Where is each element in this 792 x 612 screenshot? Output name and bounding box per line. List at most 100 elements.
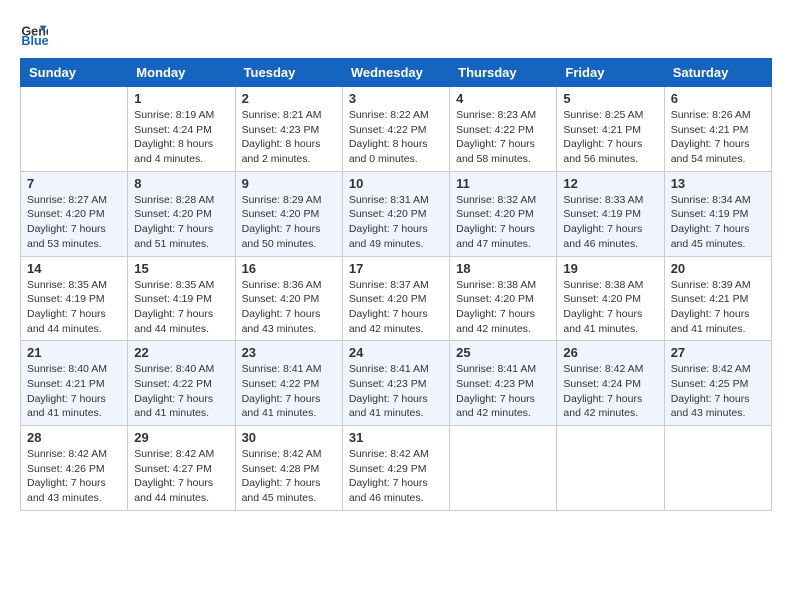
day-info: Sunrise: 8:22 AM Sunset: 4:22 PM Dayligh…: [349, 108, 443, 167]
day-cell: [557, 426, 664, 511]
day-info: Sunrise: 8:41 AM Sunset: 4:23 PM Dayligh…: [349, 362, 443, 421]
day-number: 20: [671, 261, 765, 276]
day-cell: 18 Sunrise: 8:38 AM Sunset: 4:20 PM Dayli…: [450, 256, 557, 341]
week-row-0: 1Sunrise: 8:19 AM Sunset: 4:24 PM Daylig…: [21, 87, 772, 172]
day-cell: 24Sunrise: 8:41 AM Sunset: 4:23 PM Dayli…: [342, 341, 449, 426]
day-info: Sunrise: 8:33 AM Sunset: 4:19 PM Dayligh…: [563, 193, 657, 252]
day-cell: 26 Sunrise: 8:42 AM Sunset: 4:24 PM Dayli…: [557, 341, 664, 426]
day-info: Sunrise: 8:32 AM Sunset: 4:20 PM Dayligh…: [456, 193, 550, 252]
day-info: Sunrise: 8:29 AM Sunset: 4:20 PM Dayligh…: [242, 193, 336, 252]
day-number: 21: [27, 345, 121, 360]
day-info: Sunrise: 8:38 AM Sunset: 4:20 PM Dayligh…: [563, 278, 657, 337]
day-info: Sunrise: 8:26 AM Sunset: 4:21 PM Dayligh…: [671, 108, 765, 167]
day-cell: 15 Sunrise: 8:35 AM Sunset: 4:19 PM Dayli…: [128, 256, 235, 341]
day-number: 6: [671, 91, 765, 106]
day-cell: 6 Sunrise: 8:26 AM Sunset: 4:21 PM Daylig…: [664, 87, 771, 172]
day-info: Sunrise: 8:39 AM Sunset: 4:21 PM Dayligh…: [671, 278, 765, 337]
day-number: 26: [563, 345, 657, 360]
day-info: Sunrise: 8:34 AM Sunset: 4:19 PM Dayligh…: [671, 193, 765, 252]
day-cell: 4 Sunrise: 8:23 AM Sunset: 4:22 PM Daylig…: [450, 87, 557, 172]
calendar-table: SundayMondayTuesdayWednesdayThursdayFrid…: [20, 58, 772, 511]
day-cell: 5 Sunrise: 8:25 AM Sunset: 4:21 PM Daylig…: [557, 87, 664, 172]
day-info: Sunrise: 8:37 AM Sunset: 4:20 PM Dayligh…: [349, 278, 443, 337]
day-info: Sunrise: 8:21 AM Sunset: 4:23 PM Dayligh…: [242, 108, 336, 167]
day-cell: 29 Sunrise: 8:42 AM Sunset: 4:27 PM Dayli…: [128, 426, 235, 511]
logo-icon: General Blue: [20, 20, 48, 48]
header-monday: Monday: [128, 59, 235, 87]
day-info: Sunrise: 8:42 AM Sunset: 4:29 PM Dayligh…: [349, 447, 443, 506]
day-info: Sunrise: 8:42 AM Sunset: 4:25 PM Dayligh…: [671, 362, 765, 421]
day-number: 29: [134, 430, 228, 445]
svg-text:Blue: Blue: [21, 34, 48, 48]
day-cell: 20 Sunrise: 8:39 AM Sunset: 4:21 PM Dayli…: [664, 256, 771, 341]
page-header: General Blue: [20, 20, 772, 48]
day-number: 15: [134, 261, 228, 276]
header-friday: Friday: [557, 59, 664, 87]
day-number: 19: [563, 261, 657, 276]
day-info: Sunrise: 8:31 AM Sunset: 4:20 PM Dayligh…: [349, 193, 443, 252]
day-cell: [21, 87, 128, 172]
day-number: 14: [27, 261, 121, 276]
day-info: Sunrise: 8:35 AM Sunset: 4:19 PM Dayligh…: [27, 278, 121, 337]
day-info: Sunrise: 8:23 AM Sunset: 4:22 PM Dayligh…: [456, 108, 550, 167]
header-wednesday: Wednesday: [342, 59, 449, 87]
day-info: Sunrise: 8:40 AM Sunset: 4:22 PM Dayligh…: [134, 362, 228, 421]
day-info: Sunrise: 8:36 AM Sunset: 4:20 PM Dayligh…: [242, 278, 336, 337]
day-info: Sunrise: 8:19 AM Sunset: 4:24 PM Dayligh…: [134, 108, 228, 167]
day-info: Sunrise: 8:41 AM Sunset: 4:23 PM Dayligh…: [456, 362, 550, 421]
day-number: 25: [456, 345, 550, 360]
header-tuesday: Tuesday: [235, 59, 342, 87]
day-cell: 30Sunrise: 8:42 AM Sunset: 4:28 PM Dayli…: [235, 426, 342, 511]
day-number: 28: [27, 430, 121, 445]
day-number: 9: [242, 176, 336, 191]
day-number: 27: [671, 345, 765, 360]
day-cell: 27 Sunrise: 8:42 AM Sunset: 4:25 PM Dayli…: [664, 341, 771, 426]
day-number: 2: [242, 91, 336, 106]
day-cell: 9 Sunrise: 8:29 AM Sunset: 4:20 PM Daylig…: [235, 171, 342, 256]
day-cell: 10 Sunrise: 8:31 AM Sunset: 4:20 PM Dayli…: [342, 171, 449, 256]
day-info: Sunrise: 8:41 AM Sunset: 4:22 PM Dayligh…: [242, 362, 336, 421]
week-row-1: 7Sunrise: 8:27 AM Sunset: 4:20 PM Daylig…: [21, 171, 772, 256]
day-info: Sunrise: 8:35 AM Sunset: 4:19 PM Dayligh…: [134, 278, 228, 337]
header-thursday: Thursday: [450, 59, 557, 87]
day-info: Sunrise: 8:42 AM Sunset: 4:27 PM Dayligh…: [134, 447, 228, 506]
day-cell: 19 Sunrise: 8:38 AM Sunset: 4:20 PM Dayli…: [557, 256, 664, 341]
day-cell: 31 Sunrise: 8:42 AM Sunset: 4:29 PM Dayli…: [342, 426, 449, 511]
day-cell: 25 Sunrise: 8:41 AM Sunset: 4:23 PM Dayli…: [450, 341, 557, 426]
day-cell: 3Sunrise: 8:22 AM Sunset: 4:22 PM Daylig…: [342, 87, 449, 172]
day-cell: 13 Sunrise: 8:34 AM Sunset: 4:19 PM Dayli…: [664, 171, 771, 256]
day-number: 23: [242, 345, 336, 360]
day-info: Sunrise: 8:28 AM Sunset: 4:20 PM Dayligh…: [134, 193, 228, 252]
day-number: 31: [349, 430, 443, 445]
day-number: 18: [456, 261, 550, 276]
day-cell: 11Sunrise: 8:32 AM Sunset: 4:20 PM Dayli…: [450, 171, 557, 256]
day-number: 4: [456, 91, 550, 106]
day-number: 10: [349, 176, 443, 191]
day-number: 5: [563, 91, 657, 106]
day-number: 13: [671, 176, 765, 191]
day-cell: [664, 426, 771, 511]
day-number: 17: [349, 261, 443, 276]
day-number: 12: [563, 176, 657, 191]
logo: General Blue: [20, 20, 52, 48]
week-row-4: 28 Sunrise: 8:42 AM Sunset: 4:26 PM Dayli…: [21, 426, 772, 511]
day-cell: 16 Sunrise: 8:36 AM Sunset: 4:20 PM Dayli…: [235, 256, 342, 341]
day-info: Sunrise: 8:42 AM Sunset: 4:28 PM Dayligh…: [242, 447, 336, 506]
day-info: Sunrise: 8:38 AM Sunset: 4:20 PM Dayligh…: [456, 278, 550, 337]
week-row-2: 14 Sunrise: 8:35 AM Sunset: 4:19 PM Dayli…: [21, 256, 772, 341]
day-info: Sunrise: 8:42 AM Sunset: 4:24 PM Dayligh…: [563, 362, 657, 421]
day-info: Sunrise: 8:27 AM Sunset: 4:20 PM Dayligh…: [27, 193, 121, 252]
day-cell: 2 Sunrise: 8:21 AM Sunset: 4:23 PM Daylig…: [235, 87, 342, 172]
day-number: 8: [134, 176, 228, 191]
day-info: Sunrise: 8:25 AM Sunset: 4:21 PM Dayligh…: [563, 108, 657, 167]
header-sunday: Sunday: [21, 59, 128, 87]
day-cell: 7Sunrise: 8:27 AM Sunset: 4:20 PM Daylig…: [21, 171, 128, 256]
week-row-3: 21 Sunrise: 8:40 AM Sunset: 4:21 PM Dayli…: [21, 341, 772, 426]
day-info: Sunrise: 8:40 AM Sunset: 4:21 PM Dayligh…: [27, 362, 121, 421]
day-number: 16: [242, 261, 336, 276]
day-cell: 8 Sunrise: 8:28 AM Sunset: 4:20 PM Daylig…: [128, 171, 235, 256]
day-info: Sunrise: 8:42 AM Sunset: 4:26 PM Dayligh…: [27, 447, 121, 506]
day-number: 22: [134, 345, 228, 360]
day-cell: 21 Sunrise: 8:40 AM Sunset: 4:21 PM Dayli…: [21, 341, 128, 426]
day-cell: 23 Sunrise: 8:41 AM Sunset: 4:22 PM Dayli…: [235, 341, 342, 426]
